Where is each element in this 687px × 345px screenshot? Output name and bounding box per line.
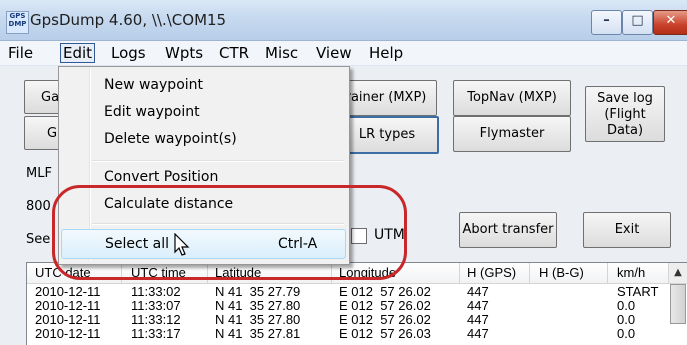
- menu-item-new-waypoint[interactable]: New waypoint: [61, 73, 346, 99]
- col-h-gps[interactable]: H (GPS): [467, 265, 516, 280]
- menu-item-label: New waypoint: [104, 77, 204, 93]
- topnav-mxp-button[interactable]: TopNav (MXP): [453, 80, 571, 116]
- app-icon: GPS DMP: [6, 11, 29, 34]
- save-log-sublabel: (Flight Data): [604, 107, 646, 138]
- cell-date: 2010-12-11: [35, 326, 101, 341]
- cell-kmh: 0.0: [617, 312, 636, 327]
- window-title: GpsDump 4.60, \\.\COM15: [30, 11, 227, 29]
- cell-lon: E 012 57 26.03: [339, 326, 431, 341]
- menu-wpts[interactable]: Wpts: [162, 44, 206, 62]
- app-window: GPS DMP GpsDump 4.60, \\.\COM15 – □ ✕ Fi…: [0, 0, 687, 345]
- column-divider[interactable]: [459, 263, 460, 283]
- cell-kmh: START: [617, 284, 659, 299]
- menu-misc[interactable]: Misc: [262, 44, 301, 62]
- menu-ctr[interactable]: CTR: [216, 44, 252, 62]
- cell-date: 2010-12-11: [35, 284, 101, 299]
- table-row[interactable]: 2010-12-11 11:33:07 N 41 35 27.80 E 012 …: [27, 298, 667, 313]
- menu-separator: [92, 160, 344, 162]
- mlr-types-button[interactable]: LR types: [335, 116, 439, 154]
- menu-item-delete-waypoints[interactable]: Delete waypoint(s): [61, 127, 346, 153]
- column-divider[interactable]: [529, 263, 530, 283]
- cell-h-gps: 447: [467, 326, 489, 341]
- scrollbar-thumb[interactable]: [670, 284, 686, 324]
- cell-date: 2010-12-11: [35, 298, 101, 313]
- scroll-up-arrow-icon[interactable]: ▲: [668, 263, 687, 283]
- exit-button[interactable]: Exit: [583, 212, 671, 248]
- close-icon: ✕: [665, 13, 677, 28]
- menu-item-label: Delete waypoint(s): [104, 131, 237, 147]
- title-bar[interactable]: GPS DMP GpsDump 4.60, \\.\COM15 – □ ✕: [0, 0, 687, 41]
- menu-view[interactable]: View: [313, 44, 355, 62]
- menu-logs[interactable]: Logs: [108, 44, 149, 62]
- table-row[interactable]: 2010-12-11 11:33:17 N 41 35 27.81 E 012 …: [27, 326, 667, 341]
- menu-file[interactable]: File: [5, 44, 36, 62]
- cell-h-gps: 447: [467, 298, 489, 313]
- cell-time: 11:33:02: [131, 284, 181, 299]
- menu-item-label: Edit waypoint: [104, 104, 200, 120]
- annotation-highlight-ring: [52, 185, 407, 280]
- number-label: 800: [26, 199, 51, 214]
- cell-lat: N 41 35 27.79: [215, 284, 301, 299]
- mouse-cursor-icon: [174, 233, 190, 256]
- minimize-button[interactable]: –: [591, 10, 622, 35]
- cell-lon: E 012 57 26.02: [339, 284, 431, 299]
- menu-item-label: Convert Position: [104, 169, 219, 185]
- cell-time: 11:33:07: [131, 298, 181, 313]
- menu-edit[interactable]: Edit: [60, 43, 96, 63]
- close-button[interactable]: ✕: [653, 10, 687, 35]
- maximize-icon: □: [631, 13, 644, 28]
- cell-lon: E 012 57 26.02: [339, 298, 431, 313]
- cell-time: 11:33:17: [131, 326, 181, 341]
- cell-h-gps: 447: [467, 284, 489, 299]
- trainer-mxp-button[interactable]: rainer (MXP): [335, 80, 437, 116]
- cell-kmh: 0.0: [617, 326, 636, 341]
- save-log-label: Save log: [597, 91, 653, 106]
- column-divider[interactable]: [607, 263, 608, 283]
- cell-time: 11:33:12: [131, 312, 181, 327]
- menu-bar: File Edit Logs Wpts CTR Misc View Help: [0, 41, 687, 66]
- cell-date: 2010-12-11: [35, 312, 101, 327]
- col-kmh[interactable]: km/h: [617, 265, 645, 280]
- see-label: See: [26, 232, 51, 247]
- col-h-bg[interactable]: H (B-G): [539, 265, 584, 280]
- cell-kmh: 0.0: [617, 298, 636, 313]
- menu-help[interactable]: Help: [366, 44, 406, 62]
- mlf-label: MLF: [26, 166, 52, 181]
- cell-lat: N 41 35 27.81: [215, 326, 301, 341]
- cell-lat: N 41 35 27.80: [215, 312, 301, 327]
- maximize-button[interactable]: □: [622, 10, 653, 35]
- flymaster-button[interactable]: Flymaster: [453, 116, 571, 152]
- save-log-button[interactable]: Save log (Flight Data): [585, 86, 665, 142]
- table-row[interactable]: 2010-12-11 11:33:12 N 41 35 27.80 E 012 …: [27, 312, 667, 327]
- menu-item-edit-waypoint[interactable]: Edit waypoint: [61, 100, 346, 126]
- table-row[interactable]: 2010-12-11 11:33:02 N 41 35 27.79 E 012 …: [27, 284, 667, 299]
- cell-lat: N 41 35 27.80: [215, 298, 301, 313]
- cell-h-gps: 447: [467, 312, 489, 327]
- abort-transfer-button[interactable]: Abort transfer: [459, 212, 557, 248]
- cell-lon: E 012 57 26.02: [339, 312, 431, 327]
- minimize-icon: –: [603, 13, 610, 28]
